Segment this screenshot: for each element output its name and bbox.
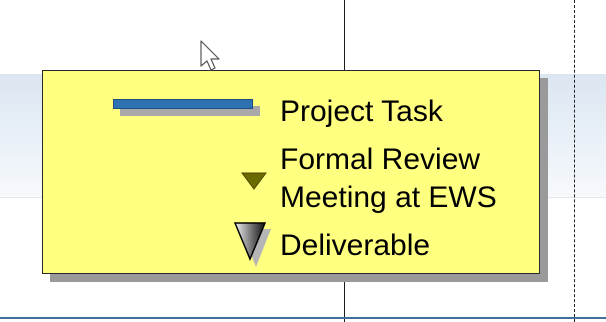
mouse-pointer-icon [200,40,220,71]
legend-label-deliverable: Deliverable [280,229,431,262]
legend-label-formal-review-line1: Formal Review [280,143,481,176]
deliverable-triangle-icon [233,222,271,267]
legend-label-project-task: Project Task [280,95,443,128]
formal-review-triangle-icon [241,172,267,190]
gantt-bottom-border [0,317,606,319]
project-task-bar-icon [113,99,253,109]
legend-label-formal-review-line2: Meeting at EWS [280,181,497,214]
timeline-dashed-gridline [574,0,575,322]
